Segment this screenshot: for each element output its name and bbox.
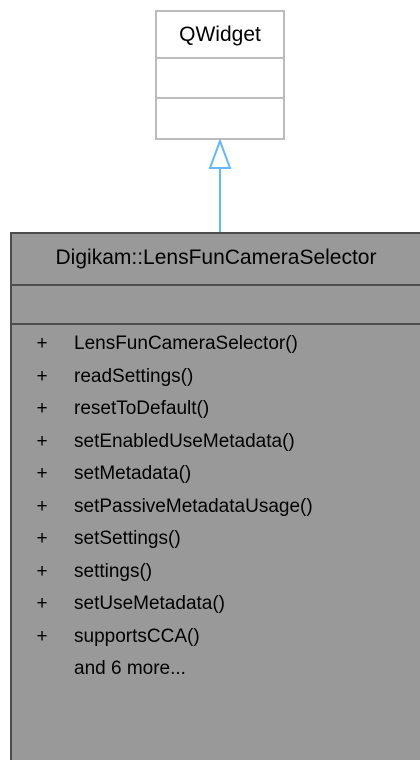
method-item: + setPassiveMetadataUsage() — [12, 491, 420, 524]
method-item: + setEnabledUseMetadata() — [12, 426, 420, 459]
more-methods-label: and 6 more... — [74, 658, 186, 679]
method-name: readSettings() — [74, 365, 194, 387]
method-name: settings() — [74, 560, 153, 582]
visibility-public: + — [36, 398, 48, 419]
method-name: setMetadata() — [74, 463, 192, 484]
visibility-public: + — [36, 463, 48, 484]
class-box[interactable]: Digikam::LensFunCameraSelector + LensFun… — [10, 232, 420, 760]
more-methods-link[interactable]: and 6 more... — [12, 653, 420, 686]
inheritance-arrowhead-icon — [208, 138, 232, 169]
visibility-public: + — [36, 625, 48, 647]
method-item: + setSettings() — [12, 523, 420, 556]
method-name: setUseMetadata() — [74, 593, 226, 614]
visibility-public: + — [36, 333, 48, 354]
method-item: + resetToDefault() — [12, 393, 420, 426]
method-name: LensFunCameraSelector() — [74, 333, 298, 354]
method-item: + setUseMetadata() — [12, 588, 420, 621]
method-name: setPassiveMetadataUsage() — [74, 495, 313, 517]
method-list: + LensFunCameraSelector() + readSettings… — [12, 328, 420, 686]
visibility-public: + — [36, 430, 48, 452]
visibility-public: + — [36, 593, 48, 614]
method-item: + settings() — [12, 556, 420, 589]
class-attributes — [12, 286, 420, 325]
method-name: setEnabledUseMetadata() — [74, 430, 295, 452]
method-name: supportsCCA() — [74, 625, 200, 647]
visibility-public: + — [36, 495, 48, 517]
visibility-public: + — [36, 528, 48, 549]
visibility-public: + — [36, 560, 48, 582]
class-name: Digikam::LensFunCameraSelector — [12, 234, 420, 286]
method-item: + setMetadata() — [12, 458, 420, 491]
method-item: + readSettings() — [12, 361, 420, 394]
method-item: + supportsCCA() — [12, 621, 420, 654]
visibility-public: + — [36, 365, 48, 387]
method-item: + LensFunCameraSelector() — [12, 328, 420, 361]
method-name: resetToDefault() — [74, 398, 210, 419]
inheritance-arrow — [208, 138, 232, 232]
method-name: setSettings() — [74, 528, 181, 549]
